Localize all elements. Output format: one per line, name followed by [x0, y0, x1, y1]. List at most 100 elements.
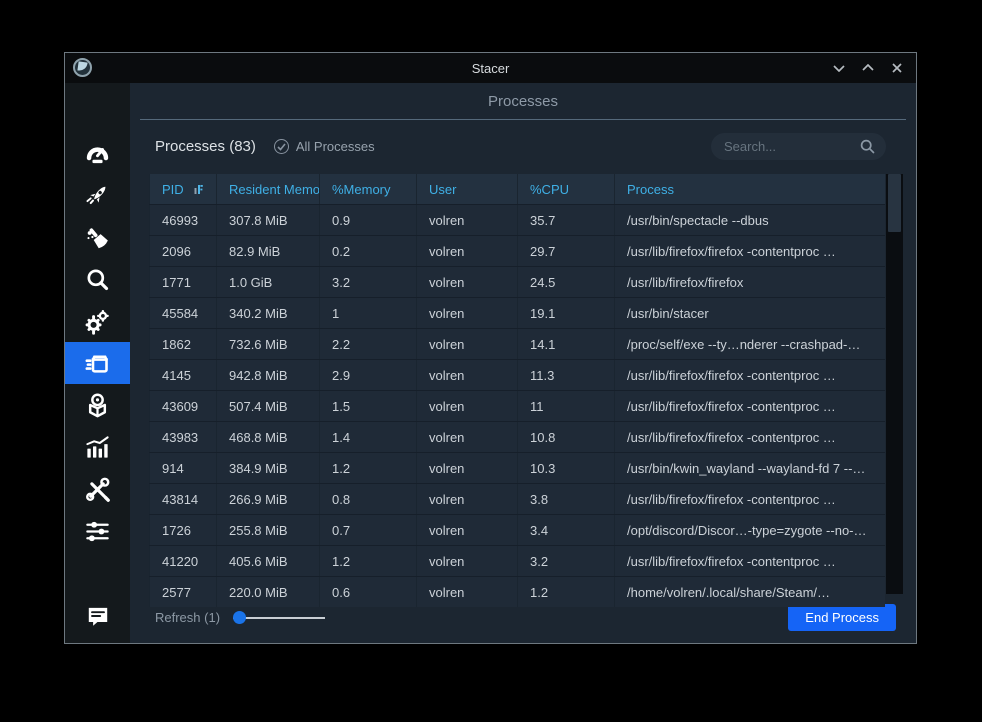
- cell-process: /opt/discord/Discor…-type=zygote --no-…: [614, 515, 885, 545]
- cell-pid: 43609: [149, 391, 216, 421]
- cell-resident-memory: 1.0 GiB: [216, 267, 319, 297]
- cell-memory-percent: 2.2: [319, 329, 416, 359]
- process-table-row[interactable]: 43609 507.4 MiB 1.5 volren 11 /usr/lib/f…: [149, 390, 885, 421]
- cell-pid: 914: [149, 453, 216, 483]
- cell-user: volren: [416, 422, 517, 452]
- cell-user: volren: [416, 453, 517, 483]
- cell-cpu-percent: 1.2: [517, 577, 614, 607]
- services-gears-icon: [84, 308, 111, 335]
- cell-pid: 46993: [149, 205, 216, 235]
- sidebar-item-helpers[interactable]: [65, 468, 130, 510]
- cell-resident-memory: 82.9 MiB: [216, 236, 319, 266]
- toolbar: Processes (83) All Processes: [130, 120, 916, 168]
- cell-cpu-percent: 35.7: [517, 205, 614, 235]
- cell-memory-percent: 0.8: [319, 484, 416, 514]
- processes-count-label: Processes (83): [155, 138, 256, 155]
- cell-user: volren: [416, 391, 517, 421]
- all-processes-label: All Processes: [296, 139, 375, 154]
- sidebar-item-search[interactable]: [65, 258, 130, 300]
- all-processes-toggle[interactable]: All Processes: [274, 139, 375, 154]
- process-table-row[interactable]: 1862 732.6 MiB 2.2 volren 14.1 /proc/sel…: [149, 328, 885, 359]
- process-table-row[interactable]: 1771 1.0 GiB 3.2 volren 24.5 /usr/lib/fi…: [149, 266, 885, 297]
- cell-memory-percent: 1.4: [319, 422, 416, 452]
- cell-process: /proc/self/exe --ty…nderer --crashpad-…: [614, 329, 885, 359]
- column-header-cpu-percent[interactable]: %CPU: [517, 174, 614, 204]
- process-table-row[interactable]: 1726 255.8 MiB 0.7 volren 3.4 /opt/disco…: [149, 514, 885, 545]
- search-icon[interactable]: [860, 139, 875, 154]
- cell-pid: 1726: [149, 515, 216, 545]
- cell-process: /usr/lib/firefox/firefox -contentproc …: [614, 484, 885, 514]
- sidebar-item-system-cleaner[interactable]: [65, 216, 130, 258]
- close-button[interactable]: [890, 61, 904, 75]
- sidebar-item-startup-apps[interactable]: [65, 174, 130, 216]
- cell-cpu-percent: 14.1: [517, 329, 614, 359]
- sidebar-item-uninstaller[interactable]: [65, 384, 130, 426]
- table-scrollbar-thumb[interactable]: [888, 174, 901, 232]
- cell-pid: 43814: [149, 484, 216, 514]
- cell-resident-memory: 340.2 MiB: [216, 298, 319, 328]
- column-header-user[interactable]: User: [416, 174, 517, 204]
- cell-memory-percent: 1.2: [319, 546, 416, 576]
- cell-pid: 2096: [149, 236, 216, 266]
- all-processes-checkbox-icon: [274, 139, 289, 154]
- settings-sliders-icon: [84, 518, 111, 545]
- cell-resident-memory: 942.8 MiB: [216, 360, 319, 390]
- page-title: Processes: [130, 83, 916, 119]
- titlebar: Stacer: [65, 53, 916, 83]
- uninstaller-package-icon: [84, 392, 111, 419]
- process-table-row[interactable]: 2577 220.0 MiB 0.6 volren 1.2 /home/volr…: [149, 576, 885, 607]
- cell-memory-percent: 1: [319, 298, 416, 328]
- sidebar-item-services[interactable]: [65, 300, 130, 342]
- column-header-process[interactable]: Process: [614, 174, 885, 204]
- process-table-row[interactable]: 914 384.9 MiB 1.2 volren 10.3 /usr/bin/k…: [149, 452, 885, 483]
- cell-cpu-percent: 3.8: [517, 484, 614, 514]
- cell-pid: 4145: [149, 360, 216, 390]
- column-header-resident-memory[interactable]: Resident Memory: [216, 174, 319, 204]
- process-table-area: PID Resident Memory %Memory User %CPU: [149, 174, 916, 592]
- process-table-row[interactable]: 46993 307.8 MiB 0.9 volren 35.7 /usr/bin…: [149, 204, 885, 235]
- sidebar-item-settings[interactable]: [65, 510, 130, 552]
- cell-resident-memory: 468.8 MiB: [216, 422, 319, 452]
- minimize-button[interactable]: [832, 61, 846, 75]
- window-title: Stacer: [65, 61, 916, 76]
- cell-process: /usr/lib/firefox/firefox: [614, 267, 885, 297]
- process-table-row[interactable]: 2096 82.9 MiB 0.2 volren 29.7 /usr/lib/f…: [149, 235, 885, 266]
- process-table-row[interactable]: 4145 942.8 MiB 2.9 volren 11.3 /usr/lib/…: [149, 359, 885, 390]
- cell-memory-percent: 0.9: [319, 205, 416, 235]
- sidebar-item-dashboard[interactable]: [65, 132, 130, 174]
- cell-user: volren: [416, 329, 517, 359]
- slider-thumb[interactable]: [233, 611, 246, 624]
- cell-process: /usr/bin/stacer: [614, 298, 885, 328]
- sidebar: [65, 83, 130, 643]
- process-table-row[interactable]: 43814 266.9 MiB 0.8 volren 3.8 /usr/lib/…: [149, 483, 885, 514]
- refresh-interval-slider[interactable]: [233, 611, 325, 625]
- process-table-row[interactable]: 41220 405.6 MiB 1.2 volren 3.2 /usr/lib/…: [149, 545, 885, 576]
- table-scrollbar-track[interactable]: [886, 174, 903, 594]
- dashboard-gauge-icon: [84, 140, 111, 167]
- resources-chart-icon: [84, 434, 111, 461]
- cell-pid: 1862: [149, 329, 216, 359]
- cell-memory-percent: 1.2: [319, 453, 416, 483]
- cell-resident-memory: 405.6 MiB: [216, 546, 319, 576]
- maximize-button[interactable]: [861, 61, 875, 75]
- cell-process: /usr/lib/firefox/firefox -contentproc …: [614, 360, 885, 390]
- sidebar-item-processes[interactable]: [65, 342, 130, 384]
- cell-cpu-percent: 24.5: [517, 267, 614, 297]
- table-body: 46993 307.8 MiB 0.9 volren 35.7 /usr/bin…: [149, 204, 885, 607]
- sidebar-item-feedback[interactable]: [65, 595, 130, 637]
- search-input[interactable]: [722, 138, 860, 155]
- cell-pid: 45584: [149, 298, 216, 328]
- end-process-button[interactable]: End Process: [788, 604, 896, 631]
- chevron-up-icon: [862, 64, 874, 72]
- sidebar-item-resources[interactable]: [65, 426, 130, 468]
- cell-cpu-percent: 19.1: [517, 298, 614, 328]
- process-table: PID Resident Memory %Memory User %CPU: [149, 174, 885, 607]
- cell-memory-percent: 0.7: [319, 515, 416, 545]
- slider-track[interactable]: [233, 617, 325, 619]
- column-header-memory-percent[interactable]: %Memory: [319, 174, 416, 204]
- cell-memory-percent: 3.2: [319, 267, 416, 297]
- column-header-pid[interactable]: PID: [149, 174, 216, 204]
- cell-user: volren: [416, 267, 517, 297]
- process-table-row[interactable]: 43983 468.8 MiB 1.4 volren 10.8 /usr/lib…: [149, 421, 885, 452]
- process-table-row[interactable]: 45584 340.2 MiB 1 volren 19.1 /usr/bin/s…: [149, 297, 885, 328]
